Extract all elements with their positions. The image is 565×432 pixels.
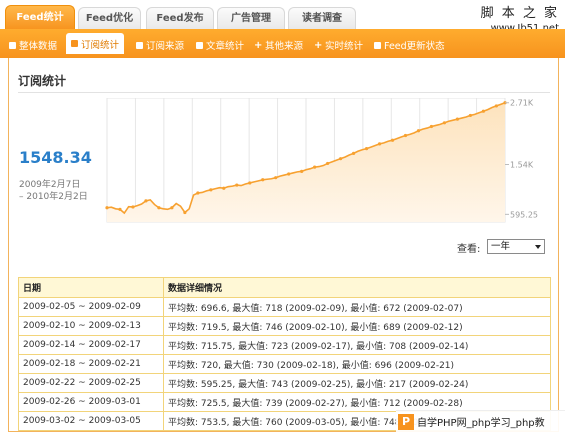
row-detail: 平均数: 696.6, 最大值: 718 (2009-02-09), 最小值: …	[163, 297, 551, 317]
data-point	[403, 133, 408, 138]
watermark-text: 自学PHP网_php学习_php教	[417, 418, 545, 429]
data-point	[118, 207, 122, 211]
title-divider	[18, 92, 550, 93]
data-point	[144, 199, 148, 203]
view-range-select[interactable]: 一年	[487, 239, 545, 254]
row-date: 2009-03-02 ~ 2009-03-05	[18, 411, 164, 431]
data-point	[481, 109, 485, 113]
data-point	[183, 210, 187, 215]
table-row: 2009-02-10 ~ 2009-02-13 平均数: 719.5, 最大值: …	[18, 316, 551, 336]
y-tick-label: 1.54K	[510, 160, 534, 169]
date-from: 2009年2月7日	[19, 180, 81, 190]
data-point	[274, 176, 278, 180]
list-icon	[136, 41, 143, 49]
data-point	[416, 129, 421, 133]
data-point	[377, 142, 382, 146]
data-point	[209, 188, 213, 192]
date-range: 2009年2月7日 – 2010年2月2日	[19, 179, 88, 203]
row-detail: 平均数: 719.5, 最大值: 746 (2009-02-10), 最小值: …	[163, 316, 551, 336]
y-tick-label: 2.71K	[510, 99, 534, 108]
chart-icon	[9, 41, 16, 49]
data-point	[170, 206, 174, 210]
data-point	[131, 205, 135, 209]
data-point	[222, 186, 226, 190]
table-header-row: 日期 数据详细情况	[18, 277, 551, 298]
table-row: 2009-02-05 ~ 2009-02-09 平均数: 696.6, 最大值: …	[18, 297, 551, 317]
data-point	[287, 172, 291, 176]
top-tab-bar: Feed统计 Feed优化 Feed发布 广告管理 读者调查 脚 本 之 家 w…	[0, 0, 565, 34]
row-date: 2009-02-18 ~ 2009-02-21	[18, 354, 164, 374]
data-point	[468, 113, 472, 118]
data-point	[326, 161, 330, 166]
data-point	[351, 151, 356, 156]
row-detail: 平均数: 725.5, 最大值: 739 (2009-02-27), 最小值: …	[163, 392, 551, 412]
plus-icon: +	[314, 39, 323, 51]
subnav-subscription-stats[interactable]: 订阅统计	[66, 33, 125, 54]
row-detail: 平均数: 595.25, 最大值: 743 (2009-02-25), 最小值:…	[163, 373, 551, 393]
tab-ad-manage[interactable]: 广告管理	[217, 7, 285, 29]
chart-icon	[71, 40, 78, 47]
subnav-realtime-stats[interactable]: + 实时统计	[314, 38, 363, 52]
subnav-other-source[interactable]: + 其他来源	[254, 38, 303, 52]
doc-icon	[196, 41, 203, 49]
watermark: P 自学PHP网_php学习_php教	[396, 410, 565, 432]
row-date: 2009-02-10 ~ 2009-02-13	[18, 316, 164, 336]
data-point	[390, 138, 395, 142]
subnav-overall-data[interactable]: 整体数据	[9, 38, 57, 52]
row-detail: 平均数: 720, 最大值: 730 (2009-02-18), 最小值: 69…	[163, 354, 551, 374]
row-date: 2009-02-14 ~ 2009-02-17	[18, 335, 164, 355]
brand-name: 脚 本 之 家	[480, 6, 559, 21]
table-row: 2009-02-22 ~ 2009-02-25 平均数: 595.25, 最大值:…	[18, 373, 551, 393]
data-point	[300, 169, 304, 173]
view-label: 查看:	[457, 244, 481, 255]
data-point	[313, 165, 317, 169]
row-date: 2009-02-05 ~ 2009-02-09	[18, 297, 164, 317]
tab-reader-survey[interactable]: 读者调查	[288, 7, 356, 29]
tab-feed-stats[interactable]: Feed统计	[5, 5, 75, 30]
y-tick-label: 595.25	[510, 210, 538, 219]
subnav-feed-update-status[interactable]: Feed更新状态	[374, 38, 445, 52]
data-point	[442, 121, 447, 125]
date-to: – 2010年2月2日	[19, 192, 88, 202]
tab-feed-publish[interactable]: Feed发布	[146, 7, 214, 29]
plus-icon: +	[254, 39, 263, 51]
data-point	[105, 206, 109, 210]
data-point	[494, 104, 498, 108]
table-row: 2009-02-26 ~ 2009-03-01 平均数: 725.5, 最大值: …	[18, 392, 551, 412]
chart-svg: 2.71K 1.54K 595.25	[105, 98, 538, 223]
data-point	[157, 206, 161, 210]
row-date: 2009-02-22 ~ 2009-02-25	[18, 373, 164, 393]
data-point	[429, 124, 434, 129]
data-point	[261, 178, 265, 182]
sub-navigation: 整体数据 订阅统计 订阅来源 文章统计 + 其他来源 + 实时统计 Feed更新状态	[0, 29, 565, 58]
data-point	[364, 147, 369, 151]
tab-feed-optimize[interactable]: Feed优化	[78, 7, 141, 29]
watermark-logo: P	[398, 413, 414, 430]
subscriber-count: 1548.34	[19, 148, 92, 167]
table-row: 2009-02-18 ~ 2009-02-21 平均数: 720, 最大值: 73…	[18, 354, 551, 374]
subnav-subscription-source[interactable]: 订阅来源	[136, 38, 184, 52]
table-header-detail: 数据详细情况	[163, 277, 551, 298]
stats-table: 日期 数据详细情况 2009-02-05 ~ 2009-02-09 平均数: 69…	[18, 277, 551, 431]
content-panel: 订阅统计 1548.34 2009年2月7日 – 2010年2月2日 2.71K…	[8, 58, 559, 432]
row-detail: 平均数: 715.75, 最大值: 723 (2009-02-17), 最小值:…	[163, 335, 551, 355]
subscription-chart: 2.71K 1.54K 595.25	[105, 98, 550, 224]
page-title: 订阅统计	[18, 74, 67, 88]
subnav-article-stats[interactable]: 文章统计	[196, 38, 244, 52]
data-point	[235, 183, 239, 187]
data-point	[339, 157, 343, 161]
data-point	[455, 117, 460, 121]
doc-icon	[374, 41, 381, 49]
table-header-date: 日期	[18, 277, 164, 298]
data-point	[248, 181, 252, 185]
chevron-down-icon	[535, 245, 541, 249]
row-date: 2009-02-26 ~ 2009-03-01	[18, 392, 164, 412]
data-point	[196, 191, 200, 195]
table-row: 2009-02-14 ~ 2009-02-17 平均数: 715.75, 最大值:…	[18, 335, 551, 355]
view-range-value: 一年	[491, 241, 511, 252]
